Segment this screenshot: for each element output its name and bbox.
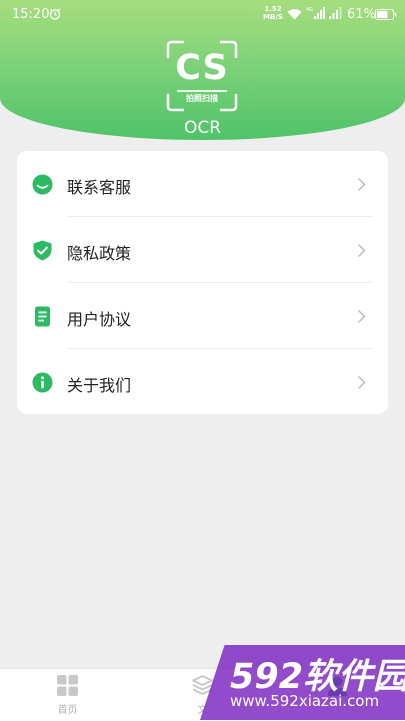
menu-item-label: 隐私政策 [67, 244, 132, 263]
chevron-right-icon [357, 243, 366, 258]
status-time: 15:20 [12, 7, 50, 22]
signal-icon [329, 7, 342, 19]
tab-label: 首页 [57, 705, 78, 716]
battery-icon [375, 9, 397, 20]
logo-text: CS [175, 48, 229, 88]
document-icon [35, 306, 50, 327]
alarm-icon [49, 8, 61, 20]
menu-item-contact-support[interactable]: 联系客服 [17, 151, 388, 217]
watermark-url: www.592xiazai.com [230, 692, 380, 710]
signal-icon: 4G [306, 7, 325, 19]
tab-home[interactable]: 首页 [0, 669, 135, 721]
info-icon [32, 372, 53, 393]
wifi-icon [287, 9, 302, 20]
app-name: OCR [183, 118, 222, 138]
grid-icon [57, 675, 78, 696]
menu-item-privacy-policy[interactable]: 隐私政策 [17, 217, 388, 283]
menu-item-label: 用户协议 [67, 310, 132, 329]
customer-service-icon [32, 174, 53, 195]
network-speed: 1.52 MB/S [262, 5, 284, 21]
network-speed-unit: MB/S [263, 13, 283, 21]
logo-subtext: 拍照扫描 [186, 94, 218, 103]
chevron-right-icon [357, 375, 366, 390]
menu-item-user-agreement[interactable]: 用户协议 [17, 283, 388, 349]
status-bar: 15:20 1.52 MB/S 4G 61% [0, 0, 405, 30]
network-speed-value: 1.52 [264, 5, 282, 13]
app-logo: CS 拍照扫描 [166, 40, 238, 112]
logo-scan-line [177, 90, 227, 92]
svg-text:4G: 4G [306, 7, 313, 13]
battery-percentage: 61% [347, 7, 376, 22]
watermark: 592软件园 www.592xiazai.com [200, 645, 405, 720]
chevron-right-icon [357, 309, 366, 324]
menu-item-label: 关于我们 [67, 376, 132, 395]
shield-check-icon [33, 240, 52, 261]
settings-menu: 联系客服 隐私政策 用户协议 关于我们 [17, 151, 388, 414]
chevron-right-icon [357, 177, 366, 192]
menu-item-label: 联系客服 [67, 178, 132, 197]
menu-item-about-us[interactable]: 关于我们 [17, 349, 388, 415]
